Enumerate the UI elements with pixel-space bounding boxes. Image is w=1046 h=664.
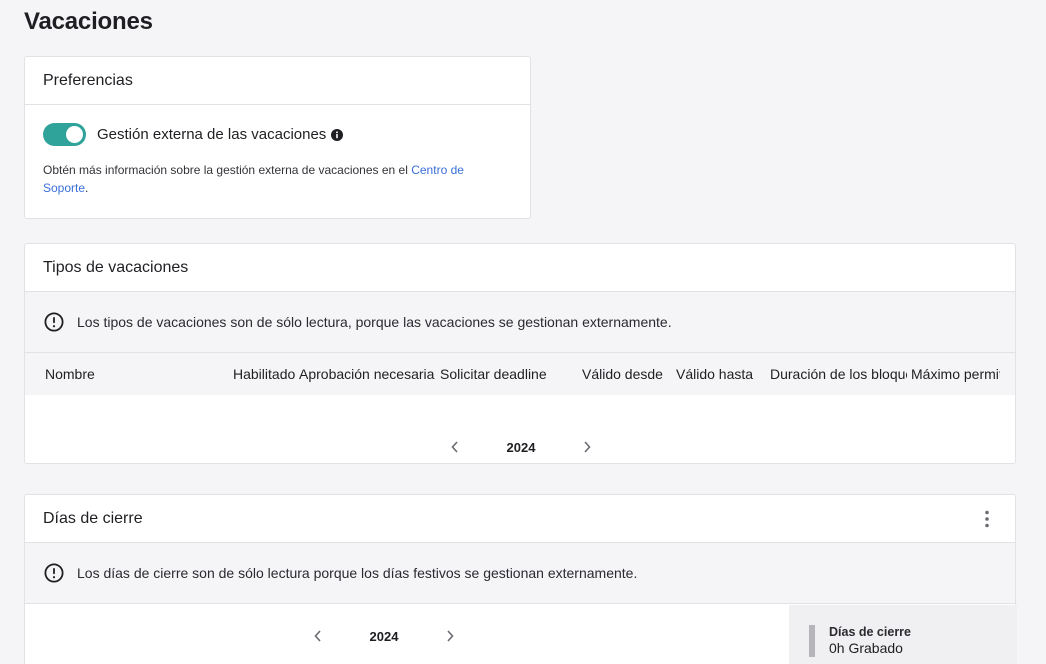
external-management-toggle[interactable] xyxy=(43,123,86,146)
column-header-valid-from[interactable]: Válido desde xyxy=(582,353,672,395)
legend-value: 0h Grabado xyxy=(829,640,903,656)
page-title: Vacaciones xyxy=(24,8,153,35)
closure-year-label: 2024 xyxy=(369,628,399,644)
closure-legend: Días de cierre 0h Grabado xyxy=(809,625,911,657)
types-year-navigator: 2024 xyxy=(443,435,599,459)
closure-summary-panel: Días de cierre 0h Grabado xyxy=(789,605,1017,664)
column-header-name[interactable]: Nombre xyxy=(45,353,225,395)
closure-days-title: Días de cierre xyxy=(43,509,143,527)
column-header-max-allowed[interactable]: Máximo permitido xyxy=(911,353,1000,395)
chevron-right-icon[interactable] xyxy=(575,435,599,459)
column-header-request-deadline[interactable]: Solicitar deadline xyxy=(440,353,578,395)
toggle-knob xyxy=(66,126,83,143)
alert-circle-icon xyxy=(44,312,64,332)
closure-year-navigator: 2024 xyxy=(306,624,462,648)
vacation-types-card: Tipos de vacaciones Los tipos de vacacio… xyxy=(24,243,1016,464)
toggle-label: Gestión externa de las vacaciones xyxy=(97,126,327,143)
column-header-valid-until[interactable]: Válido hasta xyxy=(676,353,766,395)
info-icon[interactable] xyxy=(331,128,344,141)
external-management-row: Gestión externa de las vacaciones xyxy=(25,105,530,146)
chevron-left-icon[interactable] xyxy=(306,624,330,648)
alert-circle-icon xyxy=(44,563,64,583)
help-text-body: Obtén más información sobre la gestión e… xyxy=(43,163,412,177)
types-year-label: 2024 xyxy=(506,439,536,455)
closure-readonly-notice: Los días de cierre son de sólo lectura p… xyxy=(25,543,1015,604)
types-notice-text: Los tipos de vacaciones son de sólo lect… xyxy=(77,314,672,330)
closure-days-card: Días de cierre Los días de cierre son de… xyxy=(24,494,1017,664)
vacation-types-table-header: Nombre Habilitado Aprobación necesaria S… xyxy=(25,353,1015,395)
vacation-types-header: Tipos de vacaciones xyxy=(25,244,1015,292)
chevron-left-icon[interactable] xyxy=(443,435,467,459)
legend-title: Días de cierre xyxy=(829,625,911,639)
column-header-block-duration[interactable]: Duración de los bloques xyxy=(770,353,907,395)
chevron-right-icon[interactable] xyxy=(438,624,462,648)
column-header-enabled[interactable]: Habilitado xyxy=(233,353,295,395)
kebab-menu-icon[interactable] xyxy=(975,507,999,531)
preferences-card: Preferencias Gestión externa de las vaca… xyxy=(24,56,531,219)
help-text: Obtén más información sobre la gestión e… xyxy=(25,146,530,197)
closure-days-header: Días de cierre xyxy=(25,495,1015,543)
preferences-header: Preferencias xyxy=(25,57,530,105)
column-header-approval[interactable]: Aprobación necesaria xyxy=(299,353,436,395)
closure-notice-text: Los días de cierre son de sólo lectura p… xyxy=(77,565,638,581)
help-text-end: . xyxy=(85,181,89,195)
types-readonly-notice: Los tipos de vacaciones son de sólo lect… xyxy=(25,292,1015,353)
